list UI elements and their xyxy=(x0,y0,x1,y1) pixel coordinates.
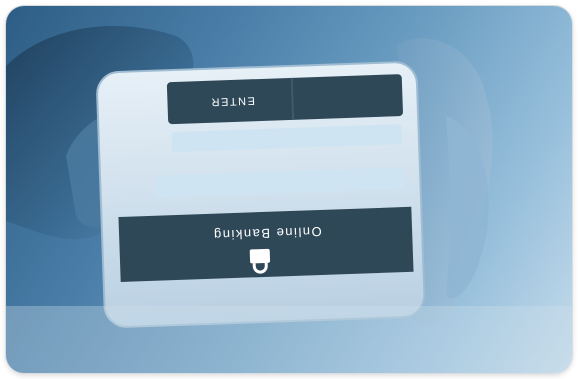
photo-scene: ENTER Online Banking xyxy=(6,26,572,373)
photo-frame: ENTER Online Banking xyxy=(6,6,572,373)
screen-top-bar xyxy=(166,74,403,125)
enter-button-label: ENTER xyxy=(210,94,255,108)
